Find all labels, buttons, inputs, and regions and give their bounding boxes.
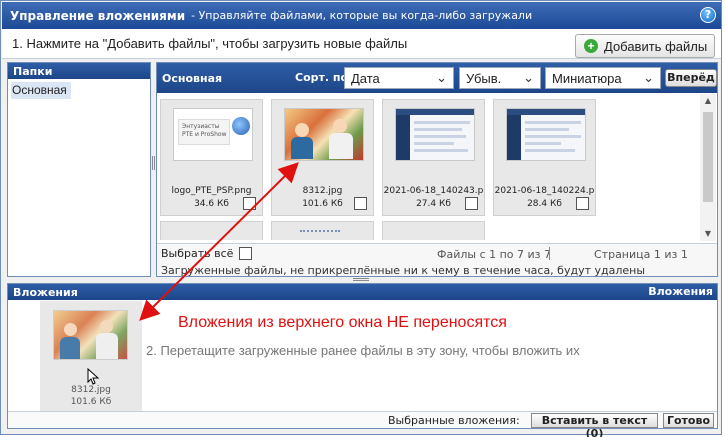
sort-field-value: Дата [351, 70, 380, 86]
attachments-title: Вложения [13, 285, 78, 299]
view-mode-select[interactable]: Миниатюра ⌄ [545, 67, 661, 89]
painting-image [284, 108, 364, 161]
file-tile[interactable] [382, 221, 485, 240]
file-checkbox[interactable] [465, 197, 478, 210]
file-checkbox[interactable] [576, 197, 589, 210]
drop-zone-instruction: 2. Перетащите загруженные ранее файлы в … [146, 343, 580, 358]
files-header: Основная Сорт. по: Дата ⌄ Убыв. ⌄ Миниат… [157, 63, 717, 93]
annotation-text: Вложения из верхнего окна НЕ переносятся [178, 314, 507, 331]
select-all[interactable]: Выбрать всё [161, 247, 253, 260]
file-tile[interactable]: 2021-06-18_140243.p 27.4 Кб [382, 99, 485, 216]
sort-order-select[interactable]: Убыв. ⌄ [459, 67, 541, 89]
attachments-title-right: Вложения [648, 285, 713, 298]
attachment-tile[interactable]: 8312.jpg 101.6 Кб [40, 301, 142, 411]
chevron-down-icon: ⌄ [523, 70, 534, 85]
select-all-checkbox[interactable] [239, 247, 253, 260]
page-indicator: Страница 1 из 1 [594, 248, 688, 261]
divider [549, 247, 550, 260]
file-tile[interactable]: 8312.jpg 101.6 Кб [271, 99, 374, 216]
dialog-title: Управление вложениями [10, 8, 186, 23]
file-tile[interactable] [160, 221, 263, 240]
files-scrollbar[interactable]: ▲ ▼ [700, 94, 716, 241]
files-footer: Выбрать всё Файлы с 1 по 7 из 7 Страница… [157, 243, 717, 277]
help-icon[interactable]: ? [700, 7, 716, 23]
painting-image [53, 310, 128, 360]
sort-order-value: Убыв. [466, 70, 502, 86]
screenshot-image [506, 108, 586, 161]
attachments-panel: Вложения Вложения 8312.jpg 101.6 Кб Влож… [7, 283, 718, 437]
folder-item-main[interactable]: Основная [11, 82, 71, 99]
logo-text: Энтузиасты PTE и ProShow [178, 119, 230, 145]
files-folder-title: Основная [162, 71, 223, 85]
done-button[interactable]: Готово [663, 413, 714, 428]
chevron-down-icon: ⌄ [643, 70, 654, 85]
mouse-cursor-icon [87, 368, 100, 385]
attachments-header: Вложения Вложения [8, 284, 717, 300]
file-thumbnails: Энтузиасты PTE и ProShow logo_PTE_PSP.pn… [159, 98, 699, 240]
view-mode-value: Миниатюра [552, 70, 622, 86]
attachment-size: 101.6 Кб [70, 397, 112, 407]
selected-attachments-label: Выбранные вложения: [388, 414, 520, 427]
scroll-up-icon[interactable]: ▲ [700, 94, 716, 108]
file-name: 2021-06-18_140224.p [494, 186, 595, 196]
files-panel: Основная Сорт. по: Дата ⌄ Убыв. ⌄ Миниат… [156, 62, 718, 277]
add-files-button[interactable]: + Добавить файлы [575, 34, 715, 58]
screenshot-image [395, 108, 475, 161]
insert-into-text-button[interactable]: Вставить в текст (0) [531, 413, 658, 437]
document-icon [300, 230, 340, 238]
file-tile[interactable]: 2021-06-18_140224.p 28.4 Кб [493, 99, 596, 216]
folders-header: Папки [8, 63, 150, 79]
file-name: logo_PTE_PSP.png [171, 186, 252, 196]
scroll-down-icon[interactable]: ▼ [700, 227, 716, 241]
file-tile[interactable] [271, 221, 374, 240]
cleanup-note: Загруженные файлы, не прикреплённые ни к… [161, 264, 646, 277]
title-bar: Управление вложениями - Управляйте файла… [2, 2, 721, 29]
file-tile[interactable]: Энтузиасты PTE и ProShow logo_PTE_PSP.pn… [160, 99, 263, 216]
vertical-splitter[interactable] [152, 156, 155, 170]
go-button[interactable]: Вперёд [665, 69, 717, 87]
files-count: Файлы с 1 по 7 из 7 [437, 248, 552, 261]
add-files-label: Добавить файлы [604, 38, 708, 54]
chevron-down-icon: ⌄ [436, 70, 447, 85]
file-name: 2021-06-18_140243.p [383, 186, 484, 196]
file-checkbox[interactable] [243, 197, 256, 210]
logo-image: Энтузиасты PTE и ProShow [173, 108, 253, 161]
horizontal-splitter[interactable] [353, 278, 369, 281]
attachment-name: 8312.jpg [71, 385, 111, 395]
select-all-label: Выбрать всё [161, 247, 234, 260]
attachments-footer: Выбранные вложения: Вставить в текст (0)… [8, 411, 717, 437]
folders-panel: Папки Основная [7, 62, 151, 277]
attachments-dialog: Управление вложениями - Управляйте файла… [0, 0, 722, 437]
logo-globe-icon [232, 117, 250, 135]
plus-icon: + [584, 39, 598, 53]
sort-field-select[interactable]: Дата ⌄ [344, 67, 454, 89]
dialog-subtitle: - Управляйте файлами, которые вы когда-л… [191, 9, 533, 22]
file-checkbox[interactable] [354, 197, 367, 210]
scroll-thumb[interactable] [703, 112, 713, 202]
file-name: 8312.jpg [302, 186, 343, 196]
